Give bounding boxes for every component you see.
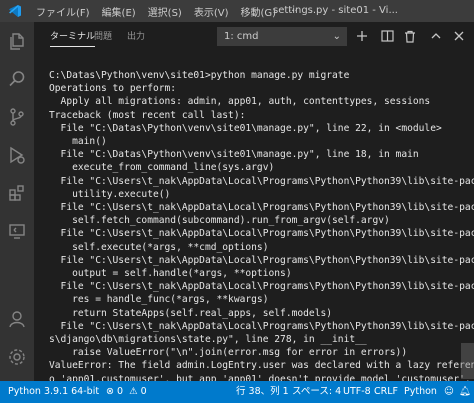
menu-edit[interactable]: 編集(E): [96, 4, 142, 19]
terminal-line: main(): [49, 136, 107, 148]
tab-terminal[interactable]: ターミナル: [50, 22, 96, 52]
terminal-line: execute_from_command_line(sys.argv): [49, 162, 275, 174]
run-debug-icon[interactable]: [0, 138, 34, 172]
python-interpreter[interactable]: Python 3.9.1 64-bit: [8, 381, 99, 403]
terminal-line: Traceback (most recent call last):: [49, 109, 246, 121]
end-of-line[interactable]: CRLF: [374, 381, 398, 403]
menu-selection[interactable]: 選択(S): [142, 4, 188, 19]
tab-problems[interactable]: 問題: [94, 22, 112, 52]
extensions-icon[interactable]: [0, 176, 34, 210]
remote-explorer-icon[interactable]: [0, 214, 34, 248]
terminal-select[interactable]: 1: cmd ⌄: [217, 27, 347, 46]
error-icon: ⊗: [106, 386, 114, 397]
chevron-down-icon: ⌄: [332, 31, 341, 42]
terminal-line: ValueError: The field admin.LogEntry.use…: [49, 360, 474, 372]
terminal-line: output = self.handle(*args, **options): [49, 268, 292, 280]
tab-output[interactable]: 出力: [127, 22, 145, 52]
terminal-line: File "C:\Users\t_nak\AppData\Local\Progr…: [49, 320, 474, 332]
terminal-panel: ターミナル 問題 出力 1: cmd ⌄ C:\Datas\Python\ven…: [34, 22, 474, 381]
activity-bar: [0, 22, 34, 381]
scrollbar-thumb[interactable]: [461, 343, 474, 379]
terminal-line: File "C:\Users\t_nak\AppData\Local\Progr…: [49, 281, 474, 293]
terminal-line: File "C:\Users\t_nak\AppData\Local\Progr…: [49, 175, 474, 187]
terminal-line: return StateApps(self.real_apps, self.mo…: [49, 307, 333, 319]
terminal-line: File "C:\Users\t_nak\AppData\Local\Progr…: [49, 254, 474, 266]
account-icon[interactable]: [0, 302, 34, 336]
encoding[interactable]: UTF-8: [343, 381, 371, 403]
search-icon[interactable]: [0, 62, 34, 96]
terminal-line: File "C:\Users\t_nak\AppData\Local\Progr…: [49, 202, 474, 214]
terminal-line: C:\Datas\Python\venv\site01>python manag…: [49, 70, 350, 81]
terminal-select-value: 1: cmd: [224, 31, 259, 42]
warning-icon: ⚠: [126, 386, 138, 397]
terminal-line: self.execute(*args, **cmd_options): [49, 241, 269, 253]
terminal-line: File "C:\Datas\Python\venv\site01\manage…: [49, 122, 442, 134]
split-icon[interactable]: [379, 28, 395, 44]
error-count: 0: [117, 386, 124, 397]
terminal-line: File "C:\Users\t_nak\AppData\Local\Progr…: [49, 228, 474, 240]
terminal-line: o 'app01.customuser', but app 'app01' do…: [49, 373, 471, 381]
notifications-bell-icon[interactable]: 🔔︎: [459, 381, 471, 403]
title-bar: ファイル(F) 編集(E) 選択(S) 表示(V) 移動(G) ··· sett…: [0, 0, 474, 22]
problems-indicator[interactable]: ⊗ 0 ⚠ 0: [106, 381, 147, 403]
plus-icon[interactable]: [354, 28, 370, 44]
window-title: settings.py - site01 - Vi...: [273, 5, 398, 16]
feedback-icon[interactable]: ☺: [444, 381, 454, 403]
terminal-line: File "C:\Datas\Python\venv\site01\manage…: [49, 149, 419, 161]
vscode-logo-icon: [0, 0, 30, 22]
menu-file[interactable]: ファイル(F): [30, 4, 96, 19]
menu-view[interactable]: 表示(V): [188, 4, 235, 19]
panel-header: ターミナル 問題 出力 1: cmd ⌄: [34, 22, 474, 52]
terminal-line: self.fetch_command(subcommand).run_from_…: [49, 215, 390, 227]
trash-icon[interactable]: [402, 28, 418, 44]
warning-count: 0: [140, 386, 147, 397]
terminal-output[interactable]: C:\Datas\Python\venv\site01>python manag…: [49, 69, 474, 381]
close-icon[interactable]: [451, 28, 467, 44]
indentation[interactable]: スペース: 4: [292, 381, 341, 403]
cursor-position[interactable]: 行 38、列 1: [236, 381, 289, 403]
chevron-up-icon[interactable]: [428, 28, 444, 44]
terminal-line: utility.execute(): [49, 188, 171, 200]
source-control-icon[interactable]: [0, 100, 34, 134]
files-icon[interactable]: [0, 24, 34, 58]
terminal-line: Apply all migrations: admin, app01, auth…: [49, 96, 431, 108]
terminal-line: s\django\db\migrations\state.py", line 2…: [49, 334, 367, 346]
terminal-line: res = handle_func(*args, **kwargs): [49, 294, 269, 306]
terminal-line: raise ValueError("\n".join(error.msg for…: [49, 347, 408, 359]
language-mode[interactable]: Python: [404, 381, 437, 403]
settings-gear-icon[interactable]: [0, 340, 34, 374]
status-bar: Python 3.9.1 64-bit ⊗ 0 ⚠ 0 行 38、列 1 スペー…: [0, 381, 474, 403]
terminal-line: Operations to perform:: [49, 83, 177, 95]
